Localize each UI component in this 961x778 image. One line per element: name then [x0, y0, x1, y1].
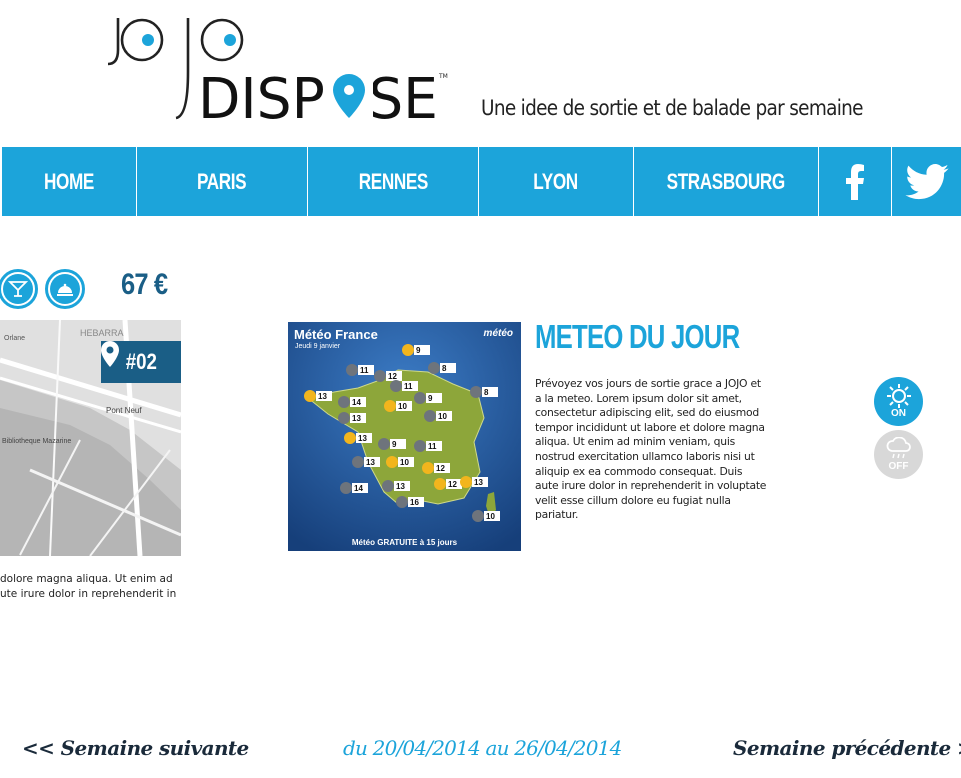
outing-text-line: ute irure dolor in reprehenderit in	[0, 588, 177, 600]
nav-lyon-label: LYON	[533, 168, 579, 194]
svg-text:TM: TM	[438, 73, 448, 80]
weather-map-image: 9 8 11 12 13 11 8 14 10 9 13 10 13 9 11 13 10 12 14 13 12 13 1…	[288, 322, 521, 551]
temperature-label: 10	[486, 512, 495, 521]
temperature-label: 12	[388, 372, 397, 381]
map-label: Pont Neuf	[106, 406, 142, 415]
cloud-weather-icon	[378, 438, 390, 450]
sun-weather-icon	[402, 344, 414, 356]
temperature-label: 16	[410, 498, 419, 507]
cloud-weather-icon	[374, 370, 386, 382]
temperature-label: 11	[428, 442, 437, 451]
map-label: Orlane	[4, 335, 25, 342]
tagline: Une idee de sortie et de balade par sema…	[481, 96, 864, 120]
toggle-on-label: ON	[891, 408, 906, 419]
location-pin-icon	[101, 341, 119, 367]
facebook-icon	[846, 163, 864, 200]
twitter-icon	[904, 163, 949, 199]
sun-weather-icon	[434, 478, 446, 490]
meteo-title: METEO DU JOUR	[535, 318, 740, 355]
temperature-label: 9	[416, 346, 421, 355]
toggle-off-label: OFF	[888, 461, 909, 472]
cloche-icon	[57, 283, 73, 296]
meteo-description: Prévoyez vos jours de sortie grace a JOJ…	[535, 377, 767, 522]
sun-weather-icon	[386, 456, 398, 468]
restaurant-category	[45, 269, 85, 309]
nav-home-label: HOME	[44, 168, 94, 194]
sun-icon	[886, 384, 911, 408]
cloud-weather-icon	[340, 482, 352, 494]
cloud-weather-icon	[382, 480, 394, 492]
sun-weather-icon	[422, 462, 434, 474]
cloud-weather-icon	[338, 396, 350, 408]
main-nav: HOME PARIS RENNES LYON STRASBOURG	[0, 147, 961, 216]
weather-brand-logo: météo	[483, 328, 513, 339]
cloud-weather-icon	[414, 440, 426, 452]
cloud-weather-icon	[390, 380, 402, 392]
temperature-label: 13	[396, 482, 405, 491]
location-map[interactable]: Orlane HEBARRA Pont Neuf Bibliotheque Ma…	[0, 320, 181, 556]
cloud-weather-icon	[346, 364, 358, 376]
nav-paris-label: PARIS	[197, 168, 247, 194]
weather-image-footer: Météo GRATUITE à 15 jours	[351, 538, 458, 547]
weather-image-title: Météo France	[294, 327, 378, 342]
week-range: du 20/04/2014 au 26/04/2014	[343, 736, 622, 760]
nav-strasbourg-label: STRASBOURG	[666, 168, 786, 194]
site-logo[interactable]: DISPOSE TM	[100, 12, 450, 132]
next-week-link[interactable]: << Semaine suivante	[22, 736, 249, 760]
twitter-button[interactable]	[892, 147, 961, 216]
temperature-label: 12	[448, 480, 457, 489]
temperature-label: 13	[352, 414, 361, 423]
nav-rennes[interactable]: RENNES	[308, 147, 479, 216]
sun-weather-icon	[384, 400, 396, 412]
map-label: HEBARRA	[80, 328, 124, 338]
cloud-weather-icon	[352, 456, 364, 468]
nav-lyon[interactable]: LYON	[479, 147, 634, 216]
outing-text-line: dolore magna aliqua. Ut enim ad	[0, 573, 173, 585]
map-label: Bibliotheque Mazarine	[2, 438, 71, 445]
cocktail-category	[0, 269, 38, 309]
temperature-label: 9	[428, 394, 433, 403]
nav-home[interactable]: HOME	[2, 147, 137, 216]
cloud-weather-icon	[338, 412, 350, 424]
temperature-label: 14	[352, 398, 361, 407]
cloud-weather-icon	[470, 386, 482, 398]
temperature-label: 13	[318, 392, 327, 401]
temperature-label: 8	[484, 388, 489, 397]
location-badge: #02	[101, 341, 181, 383]
location-number: #02	[125, 349, 157, 374]
temperature-label: 11	[360, 366, 369, 375]
sun-weather-icon	[344, 432, 356, 444]
weather-off-toggle[interactable]: OFF	[874, 430, 923, 479]
temperature-label: 13	[474, 478, 483, 487]
weather-on-toggle[interactable]: ON	[874, 377, 923, 426]
temperature-label: 12	[436, 464, 445, 473]
cloud-weather-icon	[396, 496, 408, 508]
outing-description: dolore magna aliqua. Ut enim ad ute irur…	[0, 572, 181, 602]
previous-week-link[interactable]: Semaine précédente >>	[733, 736, 961, 760]
temperature-label: 10	[438, 412, 447, 421]
nav-strasbourg[interactable]: STRASBOURG	[634, 147, 819, 216]
temperature-label: 13	[366, 458, 375, 467]
temperature-label: 14	[354, 484, 363, 493]
temperature-label: 10	[400, 458, 409, 467]
cloud-weather-icon	[472, 510, 484, 522]
temperature-label: 8	[442, 364, 447, 373]
temperature-label: 13	[358, 434, 367, 443]
temperature-label: 9	[392, 440, 397, 449]
cloud-weather-icon	[424, 410, 436, 422]
nav-rennes-label: RENNES	[358, 168, 428, 194]
rain-cloud-icon	[886, 437, 911, 459]
cloud-weather-icon	[414, 392, 426, 404]
cloud-weather-icon	[428, 362, 440, 374]
cocktail-icon	[8, 281, 28, 297]
temperature-label: 11	[404, 382, 413, 391]
sun-weather-icon	[460, 476, 472, 488]
temperature-label: 10	[398, 402, 407, 411]
weather-image-date: Jeudi 9 janvier	[295, 343, 341, 350]
facebook-button[interactable]	[819, 147, 892, 216]
logo-wordmark: DISPOSE	[198, 67, 438, 127]
sun-weather-icon	[304, 390, 316, 402]
price: 67 €	[121, 268, 168, 301]
nav-paris[interactable]: PARIS	[137, 147, 308, 216]
